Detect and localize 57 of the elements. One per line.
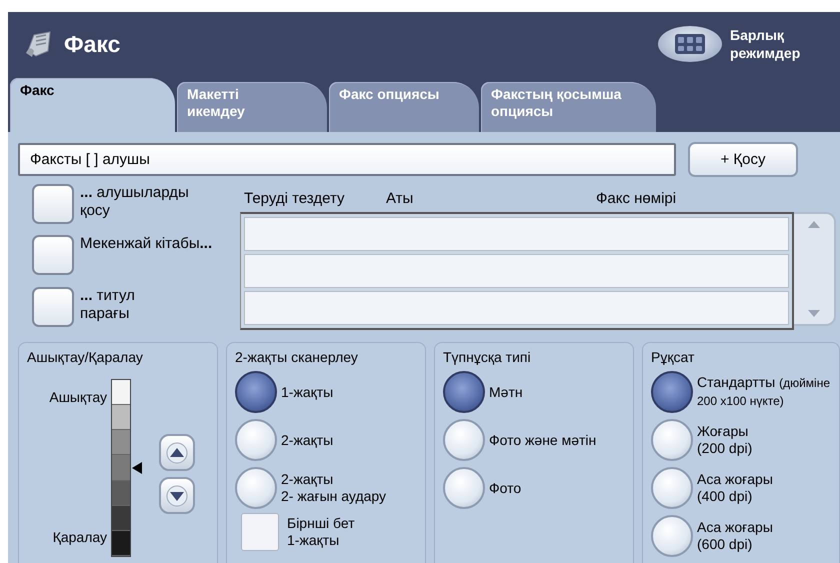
radio-button[interactable] <box>651 371 693 413</box>
tab[interactable]: Факс <box>10 78 175 132</box>
grid-icon <box>675 34 705 54</box>
shade-step <box>112 530 130 556</box>
action-button[interactable] <box>32 286 74 327</box>
list-row[interactable] <box>244 291 789 325</box>
add-button[interactable]: + Қосу <box>688 142 798 177</box>
darker-button[interactable] <box>159 477 195 514</box>
panel-title: Ашықтау/Қаралау <box>27 349 143 365</box>
shade-step <box>112 455 130 481</box>
option-label: Аса жоғары (400 dpi) <box>697 471 773 505</box>
all-modes-label: Барлық режимдер <box>730 26 802 62</box>
column-header: Факс нөмірі <box>596 190 678 206</box>
list-row[interactable] <box>244 254 789 288</box>
option-label: Стандартты (дюйміне 200 x100 нүкте) <box>697 374 830 410</box>
radio-button[interactable] <box>651 515 693 557</box>
option-label: 2-жақты 2- жағын аудару <box>281 471 386 505</box>
scroll-down-icon[interactable] <box>808 310 820 318</box>
option-label: 2-жақты <box>281 432 334 448</box>
recipient-field[interactable]: Факсты [ ] алушы <box>18 143 676 176</box>
option-label: Жоғары (200 dpi) <box>697 423 752 457</box>
shade-step <box>112 480 130 506</box>
action-button[interactable] <box>32 235 74 276</box>
scroll-up-icon[interactable] <box>808 220 820 228</box>
option-label: Фото және мәтін <box>489 432 596 448</box>
option-label: Фото <box>489 480 522 496</box>
radio-button[interactable] <box>443 419 485 461</box>
checkbox[interactable] <box>241 513 279 551</box>
radio-button[interactable] <box>443 371 485 413</box>
radio-button[interactable] <box>651 467 693 509</box>
light-label: Ашықтау <box>48 389 107 405</box>
action-button[interactable] <box>32 184 74 224</box>
action-label: ... титул парағы <box>80 286 135 323</box>
column-header: Аты <box>386 190 414 206</box>
option-label: Аса жоғары (600 dpi) <box>697 519 773 553</box>
action-label: ... алушыларды қосу <box>80 184 189 220</box>
shade-step <box>112 430 130 456</box>
action-label: Мекенжай кітабы... <box>80 235 212 254</box>
column-header: Теруді тездету <box>244 190 346 206</box>
option-label: Бірнші бет 1-жақты <box>287 515 355 549</box>
radio-button[interactable] <box>235 419 277 461</box>
shade-step <box>112 380 130 406</box>
dark-label: Қаралау <box>52 529 107 545</box>
list-row[interactable] <box>244 217 789 251</box>
scrollbar[interactable] <box>794 212 836 326</box>
lighter-button[interactable] <box>159 434 195 471</box>
option-label: 1-жақты <box>281 384 334 400</box>
radio-button[interactable] <box>235 467 277 509</box>
shade-step <box>112 405 130 430</box>
panel-title: Рұқсат <box>651 349 696 365</box>
panel-title: 2-жақты сканерлеу <box>235 349 359 365</box>
radio-button[interactable] <box>651 419 693 461</box>
option-label: Мәтн <box>489 384 523 400</box>
window-title: Факс <box>64 30 122 58</box>
radio-button[interactable] <box>443 467 485 509</box>
radio-button[interactable] <box>235 371 277 413</box>
panel-title: Түпнұсқа типі <box>443 349 532 365</box>
